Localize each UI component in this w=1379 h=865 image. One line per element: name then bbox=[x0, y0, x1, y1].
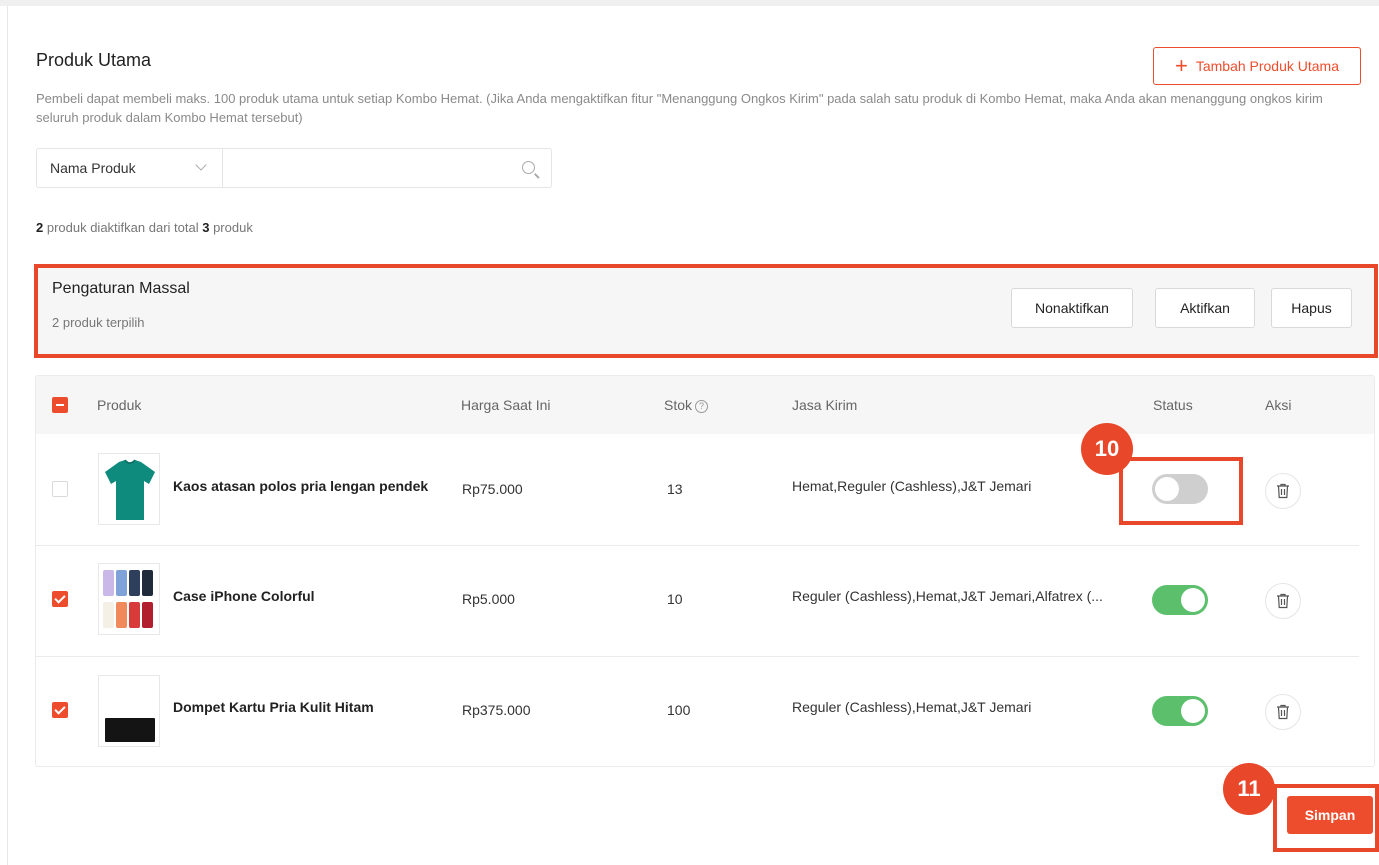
bulk-settings-highlight bbox=[34, 264, 1378, 358]
section-title: Produk Utama bbox=[36, 50, 152, 70]
product-stock: 10 bbox=[667, 591, 683, 607]
column-stock-label: Stok bbox=[664, 397, 693, 413]
product-shipping: Reguler (Cashless),Hemat,J&T Jemari,Alfa… bbox=[792, 588, 1103, 604]
row-checkbox[interactable] bbox=[52, 702, 68, 718]
toggle-knob bbox=[1181, 588, 1205, 612]
add-main-product-label: Tambah Produk Utama bbox=[1195, 58, 1340, 74]
status-toggle-highlight bbox=[1119, 457, 1243, 525]
product-shipping: Hemat,Reguler (Cashless),J&T Jemari bbox=[792, 478, 1032, 494]
search-icon[interactable] bbox=[522, 161, 535, 174]
trash-icon bbox=[1277, 593, 1289, 609]
toggle-knob bbox=[1181, 699, 1205, 723]
product-image bbox=[98, 563, 160, 635]
tshirt-image bbox=[105, 459, 155, 520]
product-shipping: Reguler (Cashless),Hemat,J&T Jemari bbox=[792, 699, 1032, 715]
column-action: Aksi bbox=[1265, 397, 1292, 413]
search-field-select[interactable]: Nama Produk bbox=[37, 149, 223, 187]
callout-badge-10: 10 bbox=[1081, 423, 1133, 475]
trash-icon bbox=[1277, 704, 1289, 720]
column-status: Status bbox=[1153, 397, 1193, 413]
product-name: Case iPhone Colorful bbox=[173, 588, 315, 604]
column-stock: Stok? bbox=[664, 397, 709, 413]
column-product: Produk bbox=[97, 397, 142, 413]
add-main-product-button[interactable]: + Tambah Produk Utama bbox=[1153, 47, 1361, 85]
row-divider bbox=[36, 545, 1359, 546]
product-stock: 13 bbox=[667, 481, 683, 497]
product-price: Rp5.000 bbox=[462, 591, 515, 607]
search-field-select-value: Nama Produk bbox=[50, 160, 136, 176]
save-button-highlight bbox=[1273, 784, 1379, 852]
product-stock: 100 bbox=[667, 702, 691, 718]
product-price: Rp75.000 bbox=[462, 481, 523, 497]
delete-row-button[interactable] bbox=[1265, 694, 1301, 730]
phone-cases-image bbox=[103, 570, 153, 628]
plus-icon: + bbox=[1174, 53, 1188, 78]
product-image bbox=[98, 453, 160, 525]
column-shipping: Jasa Kirim bbox=[792, 397, 858, 413]
summary-text-middle: produk diaktifkan dari total bbox=[43, 220, 203, 235]
callout-badge-11: 11 bbox=[1223, 763, 1275, 815]
chevron-down-icon bbox=[195, 159, 207, 171]
row-checkbox[interactable] bbox=[52, 591, 68, 607]
status-toggle[interactable] bbox=[1152, 696, 1208, 726]
product-image bbox=[98, 675, 160, 747]
search-input[interactable] bbox=[223, 149, 551, 187]
product-search: Nama Produk bbox=[36, 148, 552, 188]
product-price: Rp375.000 bbox=[462, 702, 531, 718]
summary-text-end: produk bbox=[209, 220, 253, 235]
trash-icon bbox=[1277, 483, 1289, 499]
delete-row-button[interactable] bbox=[1265, 583, 1301, 619]
activation-summary: 2 produk diaktifkan dari total 3 produk bbox=[36, 220, 253, 235]
product-name: Kaos atasan polos pria lengan pendek bbox=[173, 478, 429, 494]
section-description: Pembeli dapat membeli maks. 100 produk u… bbox=[36, 91, 1323, 125]
status-toggle[interactable] bbox=[1152, 585, 1208, 615]
row-divider bbox=[36, 656, 1359, 657]
top-bar bbox=[0, 0, 1379, 6]
row-checkbox[interactable] bbox=[52, 481, 68, 497]
column-price: Harga Saat Ini bbox=[461, 397, 551, 413]
left-divider bbox=[7, 6, 8, 865]
delete-row-button[interactable] bbox=[1265, 473, 1301, 509]
select-all-checkbox[interactable] bbox=[52, 397, 68, 413]
product-name: Dompet Kartu Pria Kulit Hitam bbox=[173, 699, 374, 715]
wallet-image bbox=[105, 718, 155, 742]
help-icon[interactable]: ? bbox=[695, 400, 709, 413]
